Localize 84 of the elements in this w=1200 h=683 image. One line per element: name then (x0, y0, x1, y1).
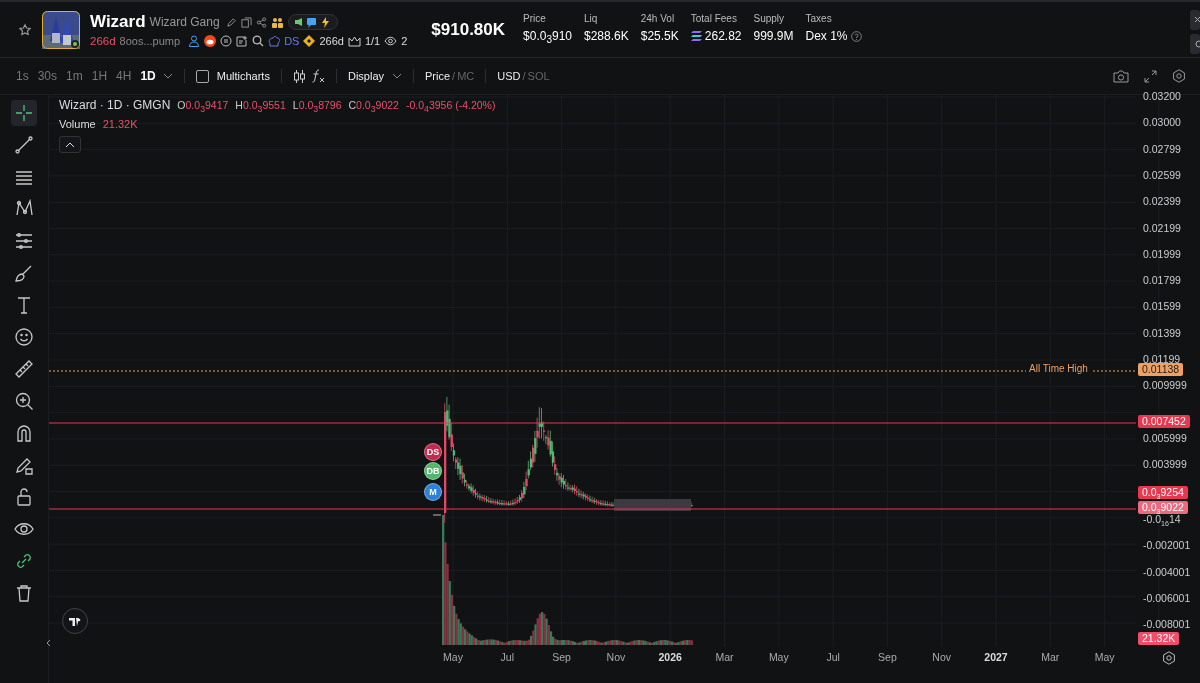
time-label: May (442, 651, 464, 663)
price-tick: 0.02399 (1143, 195, 1181, 208)
stat-value: 999.9M (753, 29, 794, 44)
time-label: Jul (825, 651, 841, 663)
currency-option[interactable]: SOL (527, 70, 550, 82)
price-tick: 0.03200 (1143, 90, 1181, 102)
price-tag: 0.007452 (1138, 415, 1190, 428)
time-label: May (767, 651, 790, 663)
time-label: Sep (551, 651, 572, 663)
stat-value: $25.5K (640, 29, 679, 44)
time-label: 2026 (657, 651, 683, 663)
ohlc-value: C0.0$_{3}$9022 (348, 99, 399, 115)
time-label: Mar (714, 651, 735, 663)
stat-value: Dex 1% (805, 29, 848, 44)
market-cap: $910.80K (431, 19, 506, 40)
time-label: 2027 (983, 651, 1009, 663)
watcher-count: 2 (401, 35, 408, 47)
price-tick: 0.01599 (1143, 300, 1181, 313)
stat-value: $288.6K (584, 29, 629, 44)
time-label: May (1093, 651, 1116, 663)
price-mode-option[interactable]: MC (457, 70, 475, 82)
price-mode-option[interactable]: Price (425, 70, 451, 82)
time-label: Nov (605, 651, 627, 663)
price-tick: 0.01199 (1143, 353, 1181, 365)
interval-tab[interactable]: 4H (114, 67, 134, 85)
price-tick: 0.01999 (1143, 247, 1181, 260)
price-tick: -0.0$_{16}$14 (1143, 513, 1181, 525)
price-tick: 0.01799 (1143, 274, 1181, 287)
volume-label: Volume (59, 118, 96, 131)
price-tag: 0.0$_{3}$9022 (1138, 501, 1188, 514)
token-full-name: Wizard Gang (149, 15, 220, 29)
chart-title: Wizard · 1D · GMGN (59, 98, 171, 112)
price-tick: -0.006001 (1143, 591, 1191, 604)
holder-age: 266d (319, 35, 344, 47)
price-tick: 0.02199 (1143, 221, 1181, 234)
stat-label: 24h Vol (640, 13, 676, 25)
stat-value: $0.0$_{3}$910 (523, 29, 572, 46)
all-time-high-label: All Time High (1026, 363, 1091, 374)
token-name: Wizard (90, 12, 146, 32)
token-age: 266d (90, 35, 116, 47)
ohlc-value: O0.0$_{3}$9417 (177, 99, 229, 115)
stat-label: Liq (584, 13, 599, 25)
price-tick: 0.03000 (1143, 116, 1181, 129)
stat-label: Total Fees (690, 13, 738, 25)
event-marker[interactable]: M (424, 483, 442, 501)
time-label: Jul (499, 651, 515, 663)
price-tick: 0.005999 (1143, 431, 1187, 444)
ds-label: DS (284, 35, 300, 47)
price-tick: 0.009999 (1143, 379, 1187, 392)
time-label: Mar (1040, 651, 1061, 663)
currency-option[interactable]: USD (497, 70, 521, 82)
volume-tag: 21.32K (1138, 632, 1180, 645)
price-tick: -0.008001 (1143, 618, 1191, 631)
token-address[interactable]: 8oos...pump (119, 35, 181, 47)
price-tag: 0.01138 (1138, 363, 1184, 376)
stat-value: 262.82 (704, 29, 742, 44)
stat-label: Price (523, 13, 547, 25)
ohlc-value: L0.0$_{3}$8796 (292, 99, 342, 115)
price-tick: -0.004001 (1143, 565, 1191, 578)
price-tick: 0.02799 (1143, 142, 1181, 155)
multicharts-label[interactable]: Multicharts (216, 70, 270, 82)
crown-count: 1/1 (364, 35, 381, 47)
stat-label: Taxes (805, 13, 833, 25)
price-tag: 0.0$_{3}$9254 (1138, 486, 1188, 499)
interval-tab[interactable]: 1m (64, 67, 85, 85)
ohlc-value: H0.0$_{3}$9551 (235, 99, 286, 115)
event-marker[interactable]: DS (424, 443, 442, 461)
price-tick: 0.02599 (1143, 168, 1181, 181)
interval-tab[interactable]: 1H (89, 67, 110, 85)
interval-tab[interactable]: 1D (138, 67, 158, 85)
price-tick: -0.002001 (1143, 539, 1191, 552)
stat-label: Supply (753, 13, 786, 25)
price-change: -0.0$_{4}$3956 (-4.20%) (405, 99, 496, 115)
time-label: Nov (931, 651, 953, 663)
slash-divider: / (452, 70, 456, 82)
price-tick: 0.01399 (1143, 326, 1181, 339)
display-dropdown[interactable]: Display (347, 70, 402, 82)
interval-tab[interactable]: 1s (14, 67, 31, 85)
interval-tab[interactable]: 30s (35, 67, 60, 85)
slash-divider: / (522, 70, 526, 82)
volume-value: 21.32K (102, 118, 138, 131)
price-tick: 0.003999 (1143, 458, 1187, 471)
event-marker[interactable]: DB (424, 462, 442, 480)
time-label: Sep (877, 651, 898, 663)
